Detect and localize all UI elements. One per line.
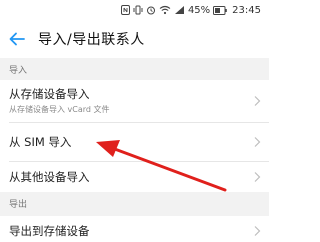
item-title: 从存储设备导入 — [9, 87, 90, 101]
status-icons: 45% 23:45 — [120, 3, 261, 17]
app-bar: 导入/导出联系人 — [0, 20, 269, 58]
wifi-icon — [159, 5, 171, 15]
status-bar: 45% 23:45 — [0, 0, 269, 20]
status-time: 23:45 — [232, 4, 261, 16]
item-title: 从其他设备导入 — [9, 170, 90, 184]
chevron-right-icon — [254, 96, 261, 106]
signal-icon — [174, 6, 184, 14]
export-to-storage-item[interactable]: 导出到存储设备 — [0, 216, 269, 242]
import-from-storage-item[interactable]: 从存储设备导入 从存储设备导入 vCard 文件 — [0, 80, 269, 122]
item-title: 从 SIM 导入 — [9, 135, 72, 149]
section-header-import: 导入 — [0, 58, 269, 80]
item-subtitle: 从存储设备导入 vCard 文件 — [9, 105, 110, 114]
section-header-label: 导出 — [9, 200, 28, 210]
chevron-right-icon — [254, 172, 261, 182]
chevron-right-icon — [254, 137, 261, 147]
back-button[interactable] — [6, 28, 28, 50]
vibrate-icon — [133, 5, 143, 15]
battery-icon — [213, 5, 227, 15]
nfc-icon — [120, 5, 130, 15]
chevron-right-icon — [254, 226, 261, 236]
section-header-label: 导入 — [9, 66, 28, 76]
page-title: 导入/导出联系人 — [38, 32, 145, 48]
section-header-export: 导出 — [0, 192, 269, 216]
item-title: 导出到存储设备 — [9, 224, 90, 238]
alarm-icon — [146, 6, 155, 15]
import-from-sim-item[interactable]: 从 SIM 导入 — [0, 123, 269, 161]
import-from-other-device-item[interactable]: 从其他设备导入 — [0, 162, 269, 192]
back-arrow-icon — [9, 32, 25, 46]
battery-percentage: 45% — [187, 4, 211, 16]
